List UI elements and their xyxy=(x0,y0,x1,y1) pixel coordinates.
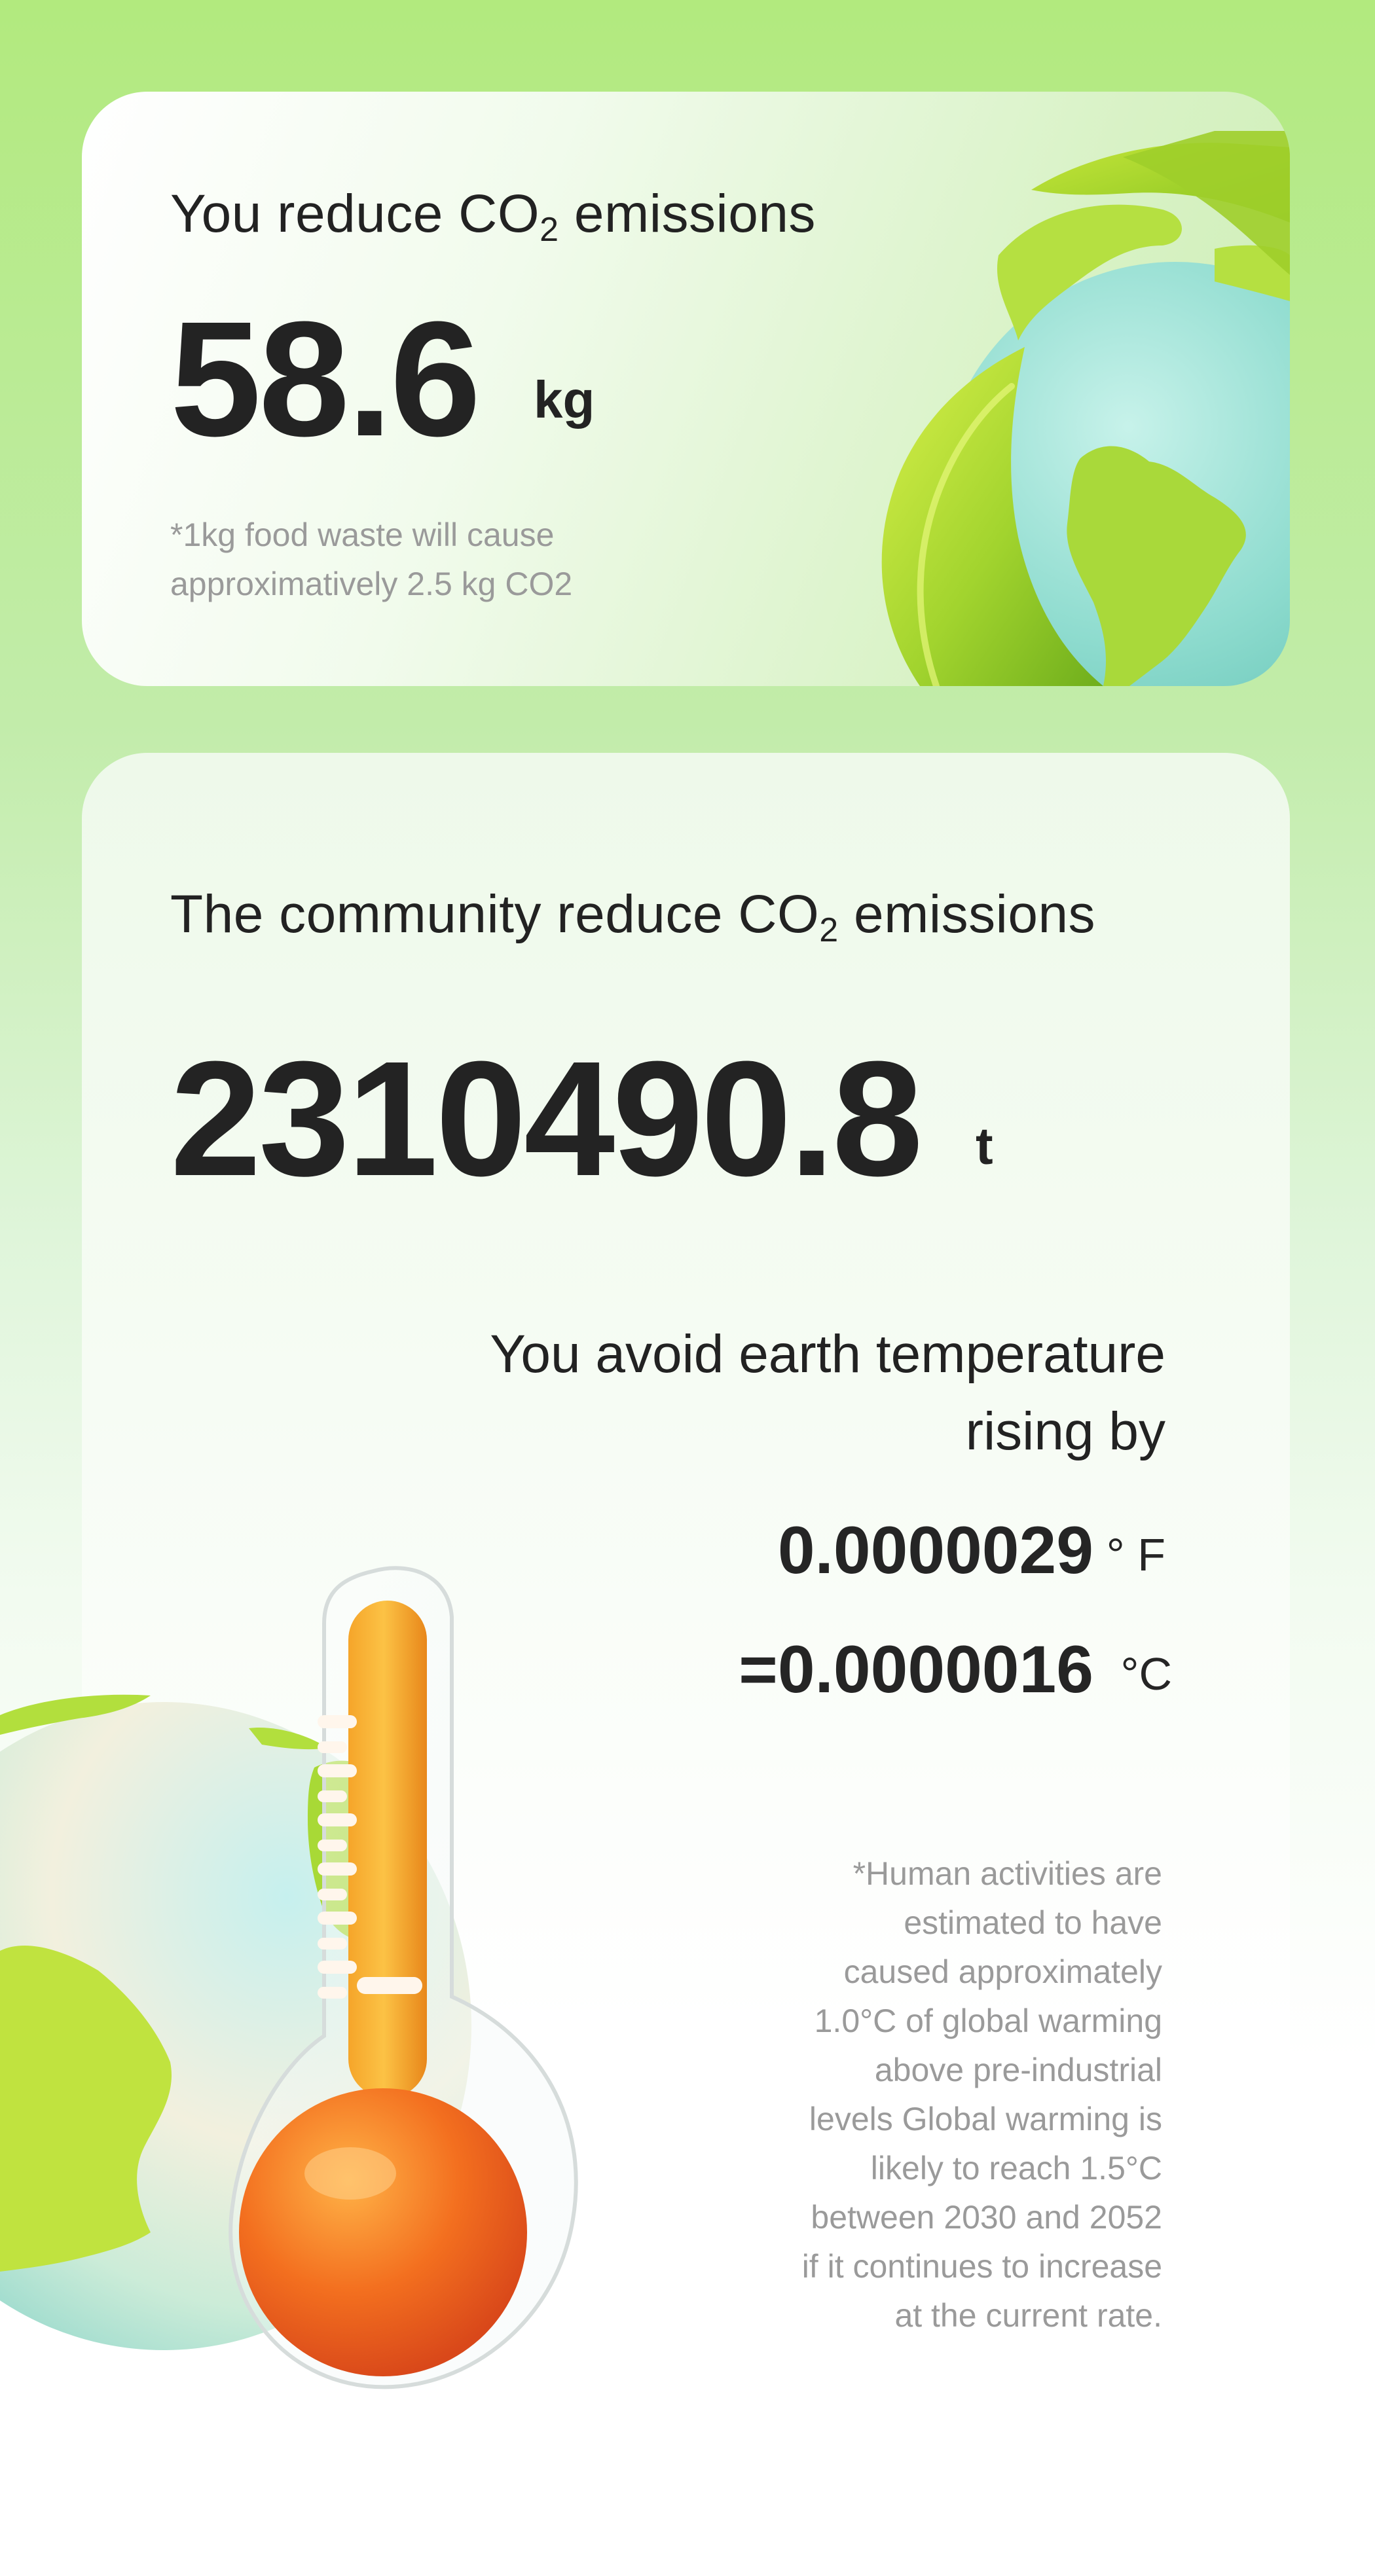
celsius-value: =0.0000016 xyxy=(739,1632,1093,1707)
disclaimer-line: 1.0°C of global warming xyxy=(814,2003,1162,2039)
celsius-unit: °C xyxy=(1120,1648,1172,1699)
earth-leaves-icon xyxy=(881,131,1290,686)
disclaimer-line: levels Global warming is xyxy=(809,2101,1162,2137)
personal-co2-unit: kg xyxy=(534,371,595,429)
community-heading-text: The community reduce CO xyxy=(170,884,820,944)
disclaimer-line: *Human activities are xyxy=(852,1855,1162,1892)
disclaimer-line: above pre-industrial xyxy=(874,2052,1162,2088)
disclaimer-line: estimated to have xyxy=(904,1904,1162,1941)
footnote-line: *1kg food waste will cause xyxy=(170,517,555,553)
fahrenheit-unit: ° F xyxy=(1106,1529,1165,1580)
community-co2-value: 2310490.8 xyxy=(170,1027,923,1210)
personal-heading-text: You reduce CO xyxy=(170,184,540,244)
disclaimer-line: between 2030 and 2052 xyxy=(811,2199,1162,2236)
temperature-statement: You avoid earth temperature rising by xyxy=(490,1316,1165,1470)
community-heading-suffix: emissions xyxy=(838,884,1096,944)
disclaimer-line: if it continues to increase xyxy=(801,2248,1162,2285)
fahrenheit-value: 0.0000029 xyxy=(777,1513,1093,1587)
personal-heading: You reduce CO2 emissions xyxy=(170,183,816,247)
personal-heading-subscript: 2 xyxy=(540,211,559,249)
personal-footnote: *1kg food waste will cause approximative… xyxy=(170,511,694,609)
personal-co2-card: You reduce CO2 emissions 58.6 kg *1kg fo… xyxy=(82,92,1290,686)
warming-disclaimer: *Human activities are estimated to have … xyxy=(802,1849,1162,2340)
temperature-statement-line: You avoid earth temperature xyxy=(490,1324,1165,1384)
thermometer-icon xyxy=(229,1566,578,2389)
personal-co2-value: 58.6 xyxy=(170,287,481,470)
footnote-line: approximatively 2.5 kg CO2 xyxy=(170,566,573,602)
community-co2-unit: t xyxy=(976,1117,993,1175)
personal-heading-suffix: emissions xyxy=(559,184,816,244)
disclaimer-line: likely to reach 1.5°C xyxy=(870,2150,1162,2186)
temperature-statement-line: rising by xyxy=(965,1402,1165,1461)
disclaimer-line: at the current rate. xyxy=(894,2297,1162,2334)
community-heading-subscript: 2 xyxy=(819,911,839,949)
disclaimer-line: caused approximately xyxy=(843,1953,1162,1990)
community-heading: The community reduce CO2 emissions xyxy=(170,884,1096,947)
